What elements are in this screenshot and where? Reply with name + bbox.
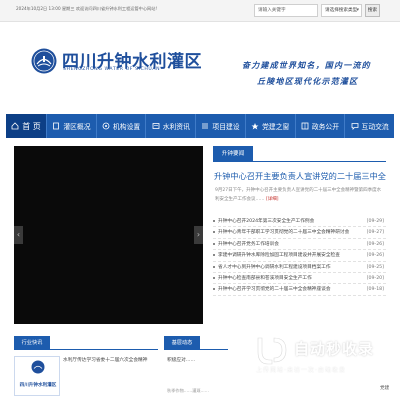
nav-item-party[interactable]: 党建之窗 <box>246 114 296 138</box>
list-item-title: 省人才中心到升钟中心调研水利工程建设项目档案工作 <box>218 264 331 270</box>
chevron-down-icon: ▾ <box>356 7 359 13</box>
list-item-date: [09-26] <box>366 253 384 259</box>
nav-item-label: 首 页 <box>22 121 41 131</box>
nav-item-label: 互动交流 <box>361 123 389 131</box>
news-panel: 升钟要闻 升钟中心召开主要负责人宣讲党的二十届三中全会 9月27日下午，升钟中心… <box>213 146 386 330</box>
list-item[interactable]: 升钟中心青年干部职工学习贯彻党的二十届三中全会精神研讨会 [09-27] <box>213 227 386 239</box>
list-item-date: [09-25] <box>366 264 384 270</box>
list-item[interactable]: 升钟中心召开2024年第三次安全生产工作例会 [09-29] <box>213 216 386 228</box>
watermark-subtitle: 上传网站·来访一次·自动收录 <box>256 367 346 374</box>
org-icon <box>102 122 110 130</box>
list-item[interactable]: 升钟中心召开党务工作培训会 [09-26] <box>213 239 386 251</box>
list-item-date: [09-27] <box>366 230 384 236</box>
watermark-title: 自动秒收录 <box>294 340 375 358</box>
gov-icon <box>301 122 309 130</box>
base-news-item[interactable]: 积极应对…… <box>167 357 227 365</box>
list-item-title: 升钟中心检查南部县和苍溪项目安全生产工作 <box>218 275 312 281</box>
news-list: 升钟中心召开2024年第三次安全生产工作例会 [09-29] 升钟中心青年干部职工… <box>213 216 386 296</box>
list-item-title: 升钟中心青年干部职工学习贯彻党的二十届三中全会精神研讨会 <box>218 230 350 236</box>
base-news-header: 基层动态 <box>164 336 228 350</box>
news-headline[interactable]: 升钟中心召开主要负责人宣讲党的二十届三中全会 <box>214 170 386 182</box>
nav-item-government[interactable]: 政务公开 <box>296 114 346 138</box>
nav-item-news[interactable]: 水利资讯 <box>146 114 197 138</box>
date-welcome-text: 2024年10月2日 13:00 星期三 欢迎访问四川省升钟水利工程运管中心网站… <box>16 6 158 11</box>
list-item-title: 李建中调研升钟水库除险加固工程项目建设并开展安全检查 <box>218 253 340 259</box>
bullet-icon <box>213 242 215 245</box>
bullet-icon <box>213 254 215 257</box>
industry-logo[interactable]: 四川升钟水利灌区 <box>14 356 60 396</box>
search-button[interactable]: 搜索 <box>365 4 380 17</box>
watermark: 自动秒收录 上传网站·来访一次·自动收录 <box>248 332 388 376</box>
home-icon <box>11 122 19 130</box>
image-slider[interactable]: ‹ › <box>14 146 203 324</box>
list-item-title: 升钟中心召开学习贯彻党的二十届三中全会精神座谈会 <box>218 287 331 293</box>
industry-news-header: 行业快讯 <box>14 336 158 350</box>
list-item-date: [09-26] <box>366 241 384 247</box>
nav-item-label: 政务公开 <box>311 123 340 131</box>
party-icon <box>251 123 259 130</box>
list-item[interactable]: 升钟中心检查南部县和苍溪项目安全生产工作 [09-20] <box>213 273 386 285</box>
list-item[interactable]: 李建中调研升钟水库除险加固工程项目建设并开展安全检查 [09-26] <box>213 250 386 262</box>
news-detail-link[interactable]: [详细] <box>266 197 279 202</box>
tab-industry-news[interactable]: 行业快讯 <box>14 336 50 350</box>
nav-item-label: 项目建设 <box>212 123 240 131</box>
main-nav: 首 页 灌区概况 机构设置 水利资讯 项目建设 党建之窗 政务公开 互动交流 <box>6 114 394 138</box>
mini-logo-title: 四川升钟水利灌区 <box>19 383 57 388</box>
nav-item-overview[interactable]: 灌区概况 <box>47 114 97 138</box>
search-type-value: 请选择搜索类型 <box>325 8 358 13</box>
base-news-sub: 秋季作物……灌溉…… <box>167 388 209 393</box>
tab-base-news[interactable]: 基层动态 <box>164 336 200 350</box>
bullet-icon <box>213 220 215 222</box>
slogan-line-2: 丘陵地区现代化示范灌区 <box>257 77 359 86</box>
side-link[interactable]: 党建 <box>380 385 389 391</box>
nav-item-label: 党建之窗 <box>262 123 290 131</box>
list-item[interactable]: 省人才中心到升钟中心调研水利工程建设项目档案工作 [09-25] <box>213 262 386 273</box>
list-item-date: [09-20] <box>366 275 384 281</box>
search-type-select[interactable]: 请选择搜索类型 ▾ <box>321 4 362 17</box>
site-header: 四川升钟水利灌区 SHENGZHONG WATER OF SICHUAN 奋力建… <box>0 22 400 108</box>
nav-item-organization[interactable]: 机构设置 <box>97 114 147 138</box>
list-item-title: 升钟中心召开党务工作培训会 <box>218 241 279 247</box>
industry-news-item[interactable]: 水利厅传达学习省委十二届六次全会精神 <box>63 357 158 365</box>
watermark-logo-icon <box>257 337 287 365</box>
nav-item-label: 灌区概况 <box>63 123 91 131</box>
slider-prev-button[interactable]: ‹ <box>14 226 23 244</box>
list-item[interactable]: 升钟中心召开学习贯彻党的二十届三中全会精神座谈会 [09-18] <box>213 284 386 296</box>
news-summary-text: 9月27日下午，升钟中心召开主要负责人宣讲党的二十届三中全会精神暨第四季度水利安… <box>215 188 382 202</box>
logo-emblem-icon <box>31 360 45 374</box>
search-input[interactable]: 请输入关键字 <box>254 4 318 17</box>
nav-item-label: 水利资讯 <box>162 123 190 131</box>
list-item-title: 升钟中心召开2024年第三次安全生产工作例会 <box>218 219 315 224</box>
list-icon <box>202 123 209 129</box>
top-bar: 2024年10月2日 13:00 星期三 欢迎访问四川省升钟水利工程运管中心网站… <box>0 0 400 22</box>
tab-shengzhong-news[interactable]: 升钟要闻 <box>213 146 253 162</box>
nav-item-home[interactable]: 首 页 <box>6 114 48 138</box>
bullet-icon <box>213 276 215 279</box>
slider-next-button[interactable]: › <box>194 226 203 244</box>
site-subtitle: SHENGZHONG WATER OF SICHUAN <box>63 67 161 72</box>
news-tab-bar: 升钟要闻 <box>213 146 386 162</box>
slogan-line-1: 奋力建成世界知名，国内一流的 <box>242 61 371 70</box>
nav-item-label: 机构设置 <box>113 123 141 131</box>
logo-emblem-icon[interactable] <box>31 48 57 74</box>
nav-item-interaction[interactable]: 互动交流 <box>345 114 394 138</box>
news-icon <box>152 123 160 129</box>
bullet-icon <box>213 288 215 291</box>
bullet-icon <box>213 265 215 268</box>
list-item-date: [09-29] <box>366 219 384 224</box>
chat-icon <box>351 123 358 130</box>
document-icon <box>53 122 60 130</box>
news-summary: 9月27日下午，升钟中心召开主要负责人宣讲党的二十届三中全会精神暨第四季度水利安… <box>215 186 385 204</box>
bullet-icon <box>213 231 215 234</box>
list-item-date: [09-18] <box>366 287 384 293</box>
nav-item-projects[interactable]: 项目建设 <box>196 114 246 138</box>
